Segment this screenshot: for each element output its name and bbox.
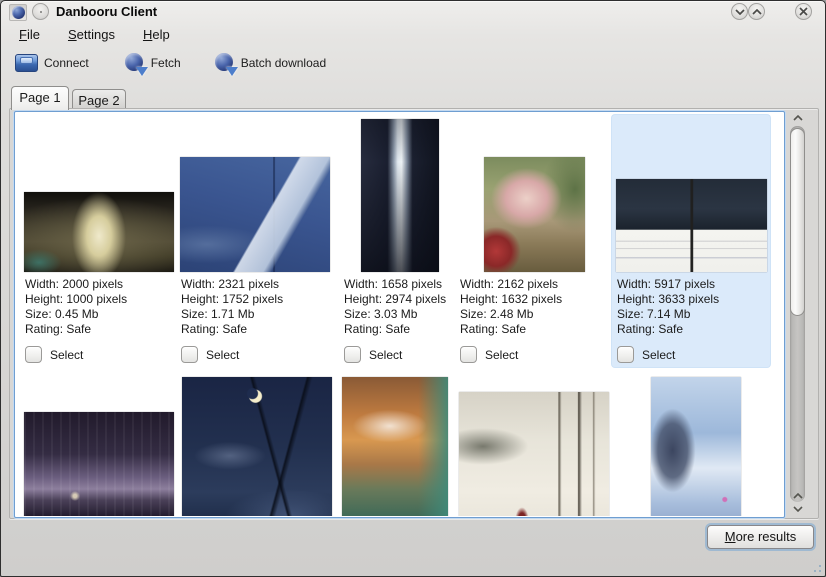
post-height: Height: 1000 pixels [25, 292, 174, 307]
select-label: Select [206, 348, 239, 362]
post-size: Size: 3.03 Mb [344, 307, 456, 322]
menu-help[interactable]: Help [133, 25, 180, 46]
post-size: Size: 2.48 Mb [460, 307, 609, 322]
scroll-up-button[interactable] [791, 112, 805, 124]
post-height: Height: 3633 pixels [617, 292, 770, 307]
post-thumbnail[interactable] [182, 377, 332, 516]
post-rating: Rating: Safe [25, 322, 174, 337]
post-width: Width: 1658 pixels [344, 277, 456, 292]
results-scroll-area: Width: 2000 pixels Height: 1000 pixels S… [14, 111, 785, 518]
chevron-down-icon [735, 9, 745, 15]
app-globe-icon [12, 6, 25, 19]
post-size: Size: 7.14 Mb [617, 307, 770, 322]
post-meta: Width: 2162 pixels Height: 1632 pixels S… [459, 277, 609, 337]
post-thumbnail[interactable] [459, 392, 609, 516]
tab-pane: Width: 2000 pixels Height: 1000 pixels S… [9, 108, 819, 519]
connect-button[interactable]: Connect [11, 52, 93, 74]
select-checkbox[interactable] [181, 346, 198, 363]
batch-download-label: Batch download [241, 56, 326, 70]
post-size: Size: 0.45 Mb [25, 307, 174, 322]
post-cell[interactable]: Width: 1658 pixels Height: 2974 pixels S… [343, 115, 456, 367]
window-title: Danbooru Client [56, 4, 157, 19]
post-height: Height: 2974 pixels [344, 292, 456, 307]
scroll-down-button[interactable] [791, 503, 805, 515]
window-menu-button[interactable] [9, 4, 27, 21]
fetch-button[interactable]: Fetch [121, 51, 185, 75]
select-checkbox[interactable] [25, 346, 42, 363]
post-width: Width: 2321 pixels [181, 277, 330, 292]
tab-page-1[interactable]: Page 1 [11, 86, 69, 110]
toolbar: Connect Fetch Batch download [1, 49, 330, 77]
close-button[interactable] [795, 3, 812, 20]
post-thumbnail[interactable] [484, 157, 585, 272]
post-cell-highlighted[interactable]: Width: 5917 pixels Height: 3633 pixels S… [612, 115, 770, 367]
fetch-download-icon [125, 53, 145, 73]
post-thumbnail[interactable] [342, 377, 448, 516]
menu-file[interactable]: File [9, 25, 50, 46]
post-cell[interactable]: Width: 2000 pixels Height: 1000 pixels S… [24, 115, 174, 367]
post-meta: Width: 1658 pixels Height: 2974 pixels S… [343, 277, 456, 337]
post-width: Width: 5917 pixels [617, 277, 770, 292]
menu-settings[interactable]: Settings [58, 25, 125, 46]
chevron-up-icon [793, 115, 803, 121]
close-icon [799, 7, 808, 16]
post-thumbnail[interactable] [651, 377, 741, 516]
tab-page-2[interactable]: Page 2 [72, 89, 126, 110]
post-rating: Rating: Safe [344, 322, 456, 337]
chevron-up-icon [793, 493, 803, 499]
post-rating: Rating: Safe [617, 322, 770, 337]
batch-download-icon [215, 53, 235, 73]
fetch-label: Fetch [151, 56, 181, 70]
post-width: Width: 2000 pixels [25, 277, 174, 292]
maximize-button[interactable] [748, 3, 765, 20]
menubar: File Settings Help [1, 25, 180, 46]
chevron-up-icon [752, 9, 762, 15]
select-checkbox[interactable] [460, 346, 477, 363]
chevron-down-icon [793, 506, 803, 512]
post-meta: Width: 2321 pixels Height: 1752 pixels S… [180, 277, 330, 337]
select-label: Select [369, 348, 402, 362]
post-cell[interactable]: Width: 2321 pixels Height: 1752 pixels S… [180, 115, 330, 367]
vertical-scrollbar[interactable] [788, 112, 808, 517]
minimize-button[interactable] [731, 3, 748, 20]
post-meta: Width: 2000 pixels Height: 1000 pixels S… [24, 277, 174, 337]
post-thumbnail[interactable] [616, 179, 767, 272]
post-thumbnail[interactable] [24, 192, 174, 272]
select-label: Select [642, 348, 675, 362]
post-height: Height: 1632 pixels [460, 292, 609, 307]
connect-label: Connect [44, 56, 89, 70]
post-height: Height: 1752 pixels [181, 292, 330, 307]
titlebar[interactable]: Danbooru Client [1, 1, 825, 23]
pin-button[interactable] [32, 3, 49, 20]
post-width: Width: 2162 pixels [460, 277, 609, 292]
scrollbar-thumb[interactable] [790, 128, 805, 316]
results-viewport: Width: 2000 pixels Height: 1000 pixels S… [16, 113, 783, 516]
more-results-button[interactable]: More results [707, 525, 814, 549]
post-thumbnail[interactable] [24, 412, 174, 516]
connect-icon [15, 54, 38, 72]
select-checkbox[interactable] [344, 346, 361, 363]
resize-grip[interactable] [811, 562, 821, 572]
post-thumbnail[interactable] [361, 119, 439, 272]
post-cell[interactable]: Width: 2162 pixels Height: 1632 pixels S… [459, 115, 609, 367]
post-rating: Rating: Safe [460, 322, 609, 337]
post-meta: Width: 5917 pixels Height: 3633 pixels S… [612, 277, 770, 337]
select-label: Select [485, 348, 518, 362]
app-window: Danbooru Client File Settings Help Conne… [0, 0, 826, 577]
select-label: Select [50, 348, 83, 362]
tab-bar: Page 1 Page 2 [1, 86, 825, 109]
post-thumbnail[interactable] [180, 157, 330, 272]
post-rating: Rating: Safe [181, 322, 330, 337]
select-checkbox[interactable] [617, 346, 634, 363]
scroll-up-button-bottom[interactable] [791, 490, 805, 502]
post-size: Size: 1.71 Mb [181, 307, 330, 322]
batch-download-button[interactable]: Batch download [211, 51, 330, 75]
